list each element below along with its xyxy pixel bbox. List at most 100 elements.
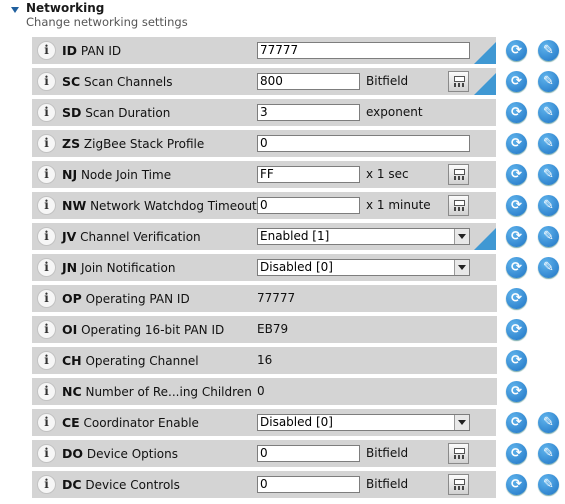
refresh-button[interactable]: ⟳ — [506, 195, 527, 216]
info-icon[interactable]: i — [37, 227, 56, 246]
info-icon[interactable]: i — [37, 289, 56, 308]
setting-row-jv: i JV Channel Verification Enabled [1] — [32, 223, 496, 250]
info-icon[interactable]: i — [37, 475, 56, 494]
setting-code: NJ — [62, 167, 78, 182]
write-button[interactable]: ✎ — [538, 226, 559, 247]
refresh-button[interactable]: ⟳ — [506, 412, 527, 433]
calculator-icon[interactable] — [448, 443, 469, 464]
dropdown-arrow-icon[interactable] — [454, 260, 469, 275]
setting-name: Device Options — [86, 447, 178, 461]
pencil-icon: ✎ — [543, 43, 554, 58]
write-button[interactable]: ✎ — [538, 195, 559, 216]
refresh-button[interactable]: ⟳ — [506, 319, 527, 340]
refresh-button[interactable]: ⟳ — [506, 257, 527, 278]
info-icon[interactable]: i — [37, 72, 56, 91]
setting-code: DO — [62, 446, 84, 461]
info-icon[interactable]: i — [37, 258, 56, 277]
setting-code: NC — [62, 384, 82, 399]
device-options-input[interactable]: 0 — [257, 445, 360, 462]
refresh-button[interactable]: ⟳ — [506, 71, 527, 92]
refresh-icon: ⟳ — [511, 384, 522, 399]
unit-label: exponent — [366, 105, 423, 119]
info-icon[interactable]: i — [37, 413, 56, 432]
refresh-button[interactable]: ⟳ — [506, 164, 527, 185]
refresh-button[interactable]: ⟳ — [506, 40, 527, 61]
setting-name: Operating 16-bit PAN ID — [81, 323, 225, 337]
watchdog-timeout-input[interactable]: 0 — [257, 197, 360, 214]
write-button[interactable]: ✎ — [538, 164, 559, 185]
join-notification-select[interactable]: Disabled [0] — [257, 259, 470, 276]
refresh-button[interactable]: ⟳ — [506, 288, 527, 309]
section-title[interactable]: Networking — [26, 1, 104, 15]
coordinator-enable-select[interactable]: Disabled [0] — [257, 414, 470, 431]
modified-marker — [474, 228, 496, 250]
setting-code: CH — [62, 353, 82, 368]
info-icon[interactable]: i — [37, 444, 56, 463]
calculator-icon[interactable] — [448, 195, 469, 216]
refresh-button[interactable]: ⟳ — [506, 474, 527, 495]
write-button[interactable]: ✎ — [538, 71, 559, 92]
refresh-icon: ⟳ — [511, 198, 522, 213]
device-controls-input[interactable]: 0 — [257, 476, 360, 493]
refresh-button[interactable]: ⟳ — [506, 443, 527, 464]
pencil-icon: ✎ — [543, 477, 554, 492]
pencil-icon: ✎ — [543, 74, 554, 89]
scan-duration-input[interactable]: 3 — [257, 104, 360, 121]
info-icon[interactable]: i — [37, 134, 56, 153]
collapse-arrow-icon[interactable] — [11, 7, 19, 13]
info-icon[interactable]: i — [37, 103, 56, 122]
setting-name: Scan Channels — [84, 75, 173, 89]
setting-label: NC Number of Re...ing Children — [62, 384, 252, 399]
pan-id-input[interactable]: 77777 — [257, 42, 470, 59]
info-icon[interactable]: i — [37, 320, 56, 339]
calculator-icon[interactable] — [448, 71, 469, 92]
refresh-icon: ⟳ — [511, 353, 522, 368]
pencil-icon: ✎ — [543, 136, 554, 151]
setting-row-oi: i OI Operating 16-bit PAN ID EB79 — [32, 316, 497, 343]
info-icon[interactable]: i — [37, 382, 56, 401]
setting-name: Device Controls — [85, 478, 180, 492]
write-button[interactable]: ✎ — [538, 257, 559, 278]
stack-profile-input[interactable]: 0 — [257, 135, 470, 152]
refresh-icon: ⟳ — [511, 43, 522, 58]
info-icon[interactable]: i — [37, 196, 56, 215]
dropdown-arrow-icon[interactable] — [454, 415, 469, 430]
write-button[interactable]: ✎ — [538, 412, 559, 433]
setting-row-nw: i NW Network Watchdog Timeout 0 x 1 minu… — [32, 192, 496, 219]
write-button[interactable]: ✎ — [538, 474, 559, 495]
info-icon[interactable]: i — [37, 41, 56, 60]
calculator-icon[interactable] — [448, 164, 469, 185]
setting-label: CH Operating Channel — [62, 353, 199, 368]
write-button[interactable]: ✎ — [538, 443, 559, 464]
write-button[interactable]: ✎ — [538, 102, 559, 123]
node-join-time-input[interactable]: FF — [257, 166, 360, 183]
read-only-value: 77777 — [257, 291, 296, 305]
refresh-button[interactable]: ⟳ — [506, 102, 527, 123]
setting-row-ce: i CE Coordinator Enable Disabled [0] — [32, 409, 496, 436]
refresh-icon: ⟳ — [511, 477, 522, 492]
refresh-button[interactable]: ⟳ — [506, 350, 527, 371]
setting-row-zs: i ZS ZigBee Stack Profile 0 — [32, 130, 496, 157]
refresh-button[interactable]: ⟳ — [506, 381, 527, 402]
setting-code: SC — [62, 74, 81, 89]
write-button[interactable]: ✎ — [538, 40, 559, 61]
setting-code: CE — [62, 415, 80, 430]
setting-label: JN Join Notification — [62, 260, 175, 275]
unit-label: Bitfield — [366, 446, 409, 460]
setting-code: SD — [62, 105, 82, 120]
setting-label: NJ Node Join Time — [62, 167, 171, 182]
setting-name: Operating PAN ID — [85, 292, 190, 306]
refresh-icon: ⟳ — [511, 260, 522, 275]
read-only-value: 16 — [257, 353, 273, 367]
info-icon[interactable]: i — [37, 165, 56, 184]
refresh-button[interactable]: ⟳ — [506, 133, 527, 154]
refresh-icon: ⟳ — [511, 322, 522, 337]
write-button[interactable]: ✎ — [538, 133, 559, 154]
calculator-icon[interactable] — [448, 474, 469, 495]
info-icon[interactable]: i — [37, 351, 56, 370]
refresh-button[interactable]: ⟳ — [506, 226, 527, 247]
dropdown-arrow-icon[interactable] — [454, 229, 469, 244]
channel-verification-select[interactable]: Enabled [1] — [257, 228, 470, 245]
scan-channels-input[interactable]: 800 — [257, 73, 360, 90]
pencil-icon: ✎ — [543, 446, 554, 461]
